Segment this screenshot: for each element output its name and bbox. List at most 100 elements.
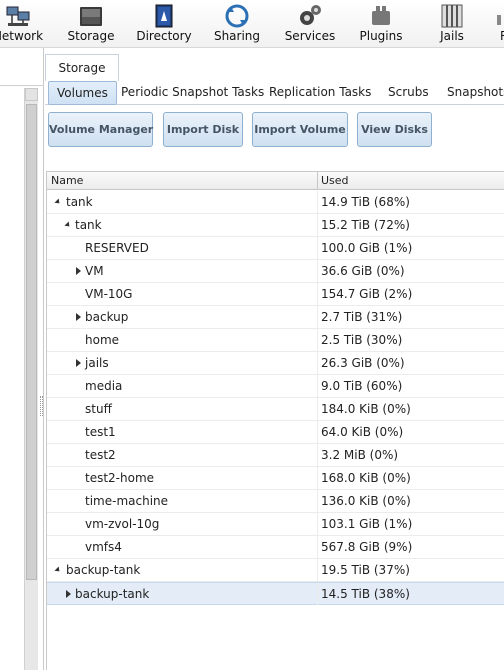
- row-column-separator: [317, 444, 318, 466]
- subtab-replication-tasks[interactable]: Replication Tasks: [269, 81, 371, 105]
- row-name: VM: [85, 264, 104, 278]
- storage-subtabs: Volumes Periodic Snapshot Tasks Replicat…: [45, 81, 504, 105]
- toolbar-storage-label: Storage: [67, 29, 115, 43]
- table-row[interactable]: vm-zvol-10g 103.1 GiB (1%): [47, 513, 504, 536]
- plugins-icon: [372, 6, 390, 25]
- expand-arrow-icon[interactable]: [64, 583, 74, 605]
- row-column-separator: [317, 283, 318, 305]
- expand-arrow-icon[interactable]: [74, 260, 84, 282]
- toolbar-services-label: Services: [284, 29, 336, 43]
- toolbar-jails[interactable]: Jails: [430, 0, 474, 48]
- row-used: 154.7 GiB (2%): [321, 287, 413, 301]
- table-row[interactable]: VM 36.6 GiB (0%): [47, 260, 504, 283]
- left-pane-scrollbar[interactable]: [24, 88, 38, 670]
- row-used: 3.2 MiB (0%): [321, 448, 399, 462]
- row-name: home: [85, 333, 120, 347]
- row-name: vm-zvol-10g: [85, 517, 160, 531]
- storage-icon: [80, 7, 102, 26]
- row-column-separator: [317, 559, 318, 581]
- toolbar-reporting[interactable]: R: [496, 0, 504, 48]
- expand-arrow-icon[interactable]: [74, 306, 84, 328]
- left-tree-pane: [0, 48, 44, 670]
- table-row[interactable]: backup-tank 14.5 TiB (38%): [47, 582, 504, 605]
- row-used: 9.0 TiB (60%): [321, 379, 403, 393]
- toolbar-plugins[interactable]: Plugins: [354, 0, 408, 48]
- row-column-separator: [317, 375, 318, 397]
- row-column-separator: [317, 352, 318, 374]
- row-name: stuff: [85, 402, 112, 416]
- row-used: 168.0 KiB (0%): [321, 471, 411, 485]
- sharing-icon: [225, 4, 249, 28]
- row-used: 136.0 KiB (0%): [321, 494, 411, 508]
- jails-icon: [441, 4, 463, 28]
- table-row[interactable]: backup-tank 19.5 TiB (37%): [47, 559, 504, 582]
- toolbar-plugins-label: Plugins: [359, 29, 403, 43]
- row-name: backup-tank: [75, 587, 150, 601]
- row-name: media: [85, 379, 123, 393]
- toolbar-directory[interactable]: Directory: [134, 0, 194, 48]
- row-used: 2.7 TiB (31%): [321, 310, 403, 324]
- view-disks-button[interactable]: View Disks: [357, 112, 432, 147]
- subtab-scrubs[interactable]: Scrubs: [388, 81, 429, 105]
- row-column-separator: [317, 467, 318, 489]
- services-icon: [300, 5, 321, 25]
- pane-splitter[interactable]: [40, 396, 43, 416]
- collapse-arrow-icon[interactable]: [54, 559, 64, 581]
- row-name: backup-tank: [66, 563, 141, 577]
- directory-icon: [155, 4, 173, 28]
- scrollbar-thumb[interactable]: [26, 104, 37, 580]
- table-row[interactable]: tank 14.9 TiB (68%): [47, 191, 504, 214]
- row-used: 64.0 KiB (0%): [321, 425, 404, 439]
- table-row[interactable]: stuff 184.0 KiB (0%): [47, 398, 504, 421]
- row-used: 36.6 GiB (0%): [321, 264, 405, 278]
- row-name: VM-10G: [85, 287, 133, 301]
- table-row[interactable]: test2 3.2 MiB (0%): [47, 444, 504, 467]
- row-column-separator: [317, 260, 318, 282]
- tab-storage[interactable]: Storage: [45, 54, 119, 82]
- subtab-periodic-snapshot-tasks[interactable]: Periodic Snapshot Tasks: [121, 81, 264, 105]
- row-column-separator: [317, 329, 318, 351]
- subtab-snapshots[interactable]: Snapshots: [447, 81, 504, 105]
- table-row[interactable]: tank 15.2 TiB (72%): [47, 214, 504, 237]
- import-disk-button[interactable]: Import Disk: [163, 112, 243, 147]
- row-used: 14.5 TiB (38%): [321, 587, 410, 601]
- column-header-used[interactable]: Used: [317, 172, 349, 190]
- row-column-separator: [317, 214, 318, 236]
- table-row[interactable]: vmfs4 567.8 GiB (9%): [47, 536, 504, 559]
- row-name: test2-home: [85, 471, 155, 485]
- row-name: backup: [85, 310, 129, 324]
- subtab-volumes[interactable]: Volumes: [48, 81, 117, 105]
- table-row[interactable]: media 9.0 TiB (60%): [47, 375, 504, 398]
- row-column-separator: [317, 237, 318, 259]
- volume-manager-button[interactable]: Volume Manager: [48, 112, 153, 147]
- row-name: RESERVED: [85, 241, 149, 255]
- table-row[interactable]: test2-home 168.0 KiB (0%): [47, 467, 504, 490]
- toolbar-network[interactable]: Network: [0, 0, 48, 48]
- table-row[interactable]: VM-10G 154.7 GiB (2%): [47, 283, 504, 306]
- toolbar-reporting-label: R: [500, 29, 504, 43]
- table-row[interactable]: jails 26.3 GiB (0%): [47, 352, 504, 375]
- table-row[interactable]: home 2.5 TiB (30%): [47, 329, 504, 352]
- import-volume-button[interactable]: Import Volume: [252, 112, 348, 147]
- top-toolbar: Network Storage Directory Sharing: [0, 0, 504, 48]
- table-row[interactable]: time-machine 136.0 KiB (0%): [47, 490, 504, 513]
- row-column-separator: [317, 398, 318, 420]
- row-used: 15.2 TiB (72%): [321, 218, 410, 232]
- toolbar-sharing[interactable]: Sharing: [210, 0, 264, 48]
- table-row[interactable]: backup 2.7 TiB (31%): [47, 306, 504, 329]
- row-name: test1: [85, 425, 116, 439]
- row-column-separator: [317, 421, 318, 443]
- collapse-arrow-icon[interactable]: [54, 191, 64, 213]
- network-icon: [6, 6, 30, 26]
- expand-arrow-icon[interactable]: [74, 352, 84, 374]
- toolbar-storage[interactable]: Storage: [64, 0, 118, 48]
- collapse-arrow-icon[interactable]: [64, 214, 74, 236]
- table-row[interactable]: RESERVED 100.0 GiB (1%): [47, 237, 504, 260]
- table-row[interactable]: test1 64.0 KiB (0%): [47, 421, 504, 444]
- column-header-name[interactable]: Name: [47, 172, 83, 190]
- row-name: jails: [85, 356, 109, 370]
- left-pane-divider: [0, 85, 44, 86]
- toolbar-jails-label: Jails: [440, 29, 464, 43]
- toolbar-services[interactable]: Services: [282, 0, 338, 48]
- scroll-up-arrow[interactable]: [25, 88, 38, 101]
